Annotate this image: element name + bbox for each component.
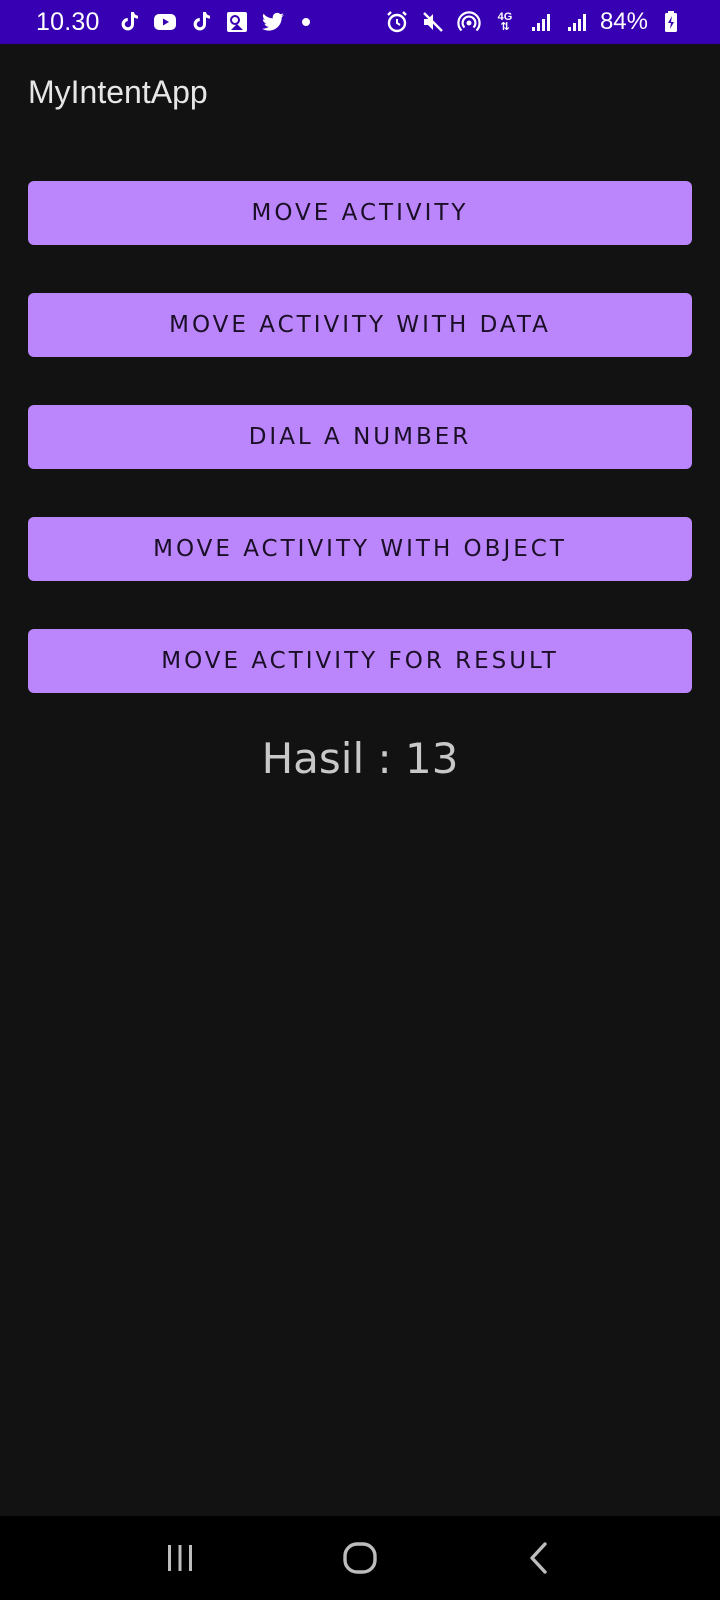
app-bar: MyIntentApp — [0, 44, 720, 146]
alarm-icon — [384, 9, 410, 35]
home-button[interactable] — [330, 1528, 390, 1588]
status-bar: 10.30 4G ⇅ 84% — [0, 0, 720, 44]
home-icon — [343, 1542, 377, 1574]
result-text: Hasil : 13 — [261, 734, 459, 783]
hotspot-icon — [456, 9, 482, 35]
network-type-icon: 4G ⇅ — [497, 11, 513, 33]
signal-icon — [564, 9, 590, 35]
dial-a-number-button[interactable]: DIAL A NUMBER — [28, 405, 692, 469]
move-activity-button[interactable]: MOVE ACTIVITY — [28, 181, 692, 245]
navigation-bar — [0, 1516, 720, 1600]
screen: 10.30 4G ⇅ 84% MyIntentApp MOVE ACTIVITY… — [0, 0, 720, 1600]
recent-apps-button[interactable] — [150, 1528, 210, 1588]
signal-icon — [528, 9, 554, 35]
gallery-icon — [224, 9, 250, 35]
move-activity-for-result-button[interactable]: MOVE ACTIVITY FOR RESULT — [28, 629, 692, 693]
battery-icon — [658, 9, 684, 35]
status-right: 4G ⇅ 84% — [384, 8, 684, 36]
battery-percentage: 84% — [599, 8, 648, 35]
status-left: 10.30 — [36, 8, 310, 37]
move-activity-with-object-button[interactable]: MOVE ACTIVITY WITH OBJECT — [28, 517, 692, 581]
status-time: 10.30 — [36, 7, 100, 36]
back-icon — [530, 1542, 547, 1574]
back-button[interactable] — [510, 1528, 570, 1588]
tiktok-icon — [188, 9, 214, 35]
youtube-icon — [152, 9, 178, 35]
app-title: MyIntentApp — [28, 74, 208, 110]
mute-icon — [420, 9, 446, 35]
recent-apps-icon — [168, 1545, 192, 1571]
move-activity-with-data-button[interactable]: MOVE ACTIVITY WITH DATA — [28, 293, 692, 357]
tiktok-icon — [116, 9, 142, 35]
notification-dot — [301, 18, 310, 26]
twitter-icon — [260, 9, 286, 35]
